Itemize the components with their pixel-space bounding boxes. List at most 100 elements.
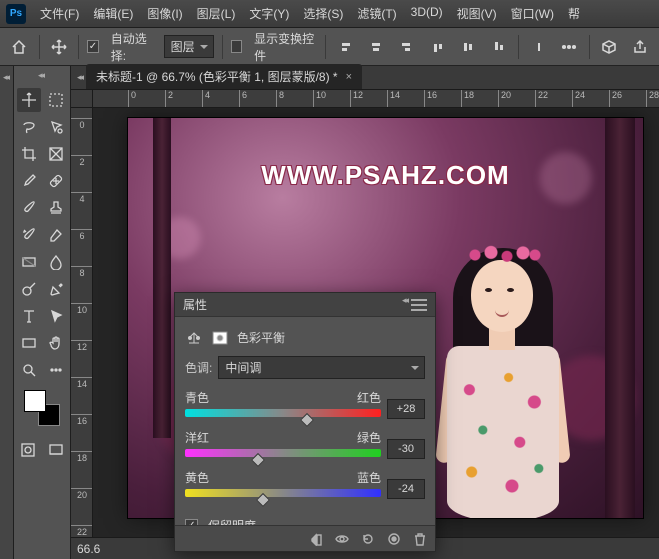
menu-edit[interactable]: 编辑(E) (87, 1, 139, 26)
auto-select-checkbox[interactable] (87, 40, 99, 53)
foreground-color[interactable] (24, 390, 46, 412)
edit-toolbar[interactable] (44, 358, 68, 382)
ruler-tick: 0 (71, 118, 93, 130)
slider-value-input[interactable]: -24 (387, 479, 425, 499)
separator (78, 35, 79, 59)
eyedropper-tool[interactable] (17, 169, 41, 193)
document-tab[interactable]: 未标题-1 @ 66.7% (色彩平衡 1, 图层蒙版/8) * × (86, 64, 362, 89)
screenmode-tool[interactable] (44, 438, 68, 462)
path-select-tool[interactable] (44, 304, 68, 328)
ruler-tick: 14 (387, 90, 400, 108)
toggle-visibility-icon[interactable] (385, 530, 403, 548)
menu-layer[interactable]: 图层(L) (191, 1, 242, 26)
quick-select-tool[interactable] (44, 115, 68, 139)
align-right-icon[interactable] (395, 34, 418, 60)
ruler-tick: 24 (572, 90, 585, 108)
frame-tool[interactable] (44, 142, 68, 166)
auto-select-dropdown[interactable]: 图层 (164, 35, 214, 58)
image-tree (605, 118, 635, 518)
align-left-icon[interactable] (334, 34, 357, 60)
move-tool-icon[interactable] (48, 34, 71, 60)
show-transform-checkbox[interactable] (231, 40, 243, 53)
stamp-tool[interactable] (44, 196, 68, 220)
slider-track[interactable] (185, 409, 381, 417)
quickmask-tool[interactable] (16, 438, 40, 462)
separator (589, 35, 590, 59)
history-brush-tool[interactable] (17, 223, 41, 247)
ruler-tick: 14 (71, 377, 93, 389)
share-icon[interactable] (628, 34, 651, 60)
slider-track[interactable] (185, 449, 381, 457)
ruler-tick: 2 (165, 90, 173, 108)
panel-menu-icon[interactable] (411, 299, 427, 311)
menu-3d[interactable]: 3D(D) (405, 1, 449, 26)
marquee-tool[interactable] (44, 88, 68, 112)
menu-view[interactable]: 视图(V) (451, 1, 503, 26)
ruler-tick: 20 (71, 488, 93, 500)
ruler-horizontal[interactable]: 0246810121416182022242628 (93, 90, 659, 108)
collapse-icon[interactable]: ◂◂ (38, 70, 43, 81)
collapse-icon[interactable]: ◂◂ (77, 72, 82, 83)
rectangle-tool[interactable] (17, 331, 41, 355)
menu-window[interactable]: 窗口(W) (505, 1, 560, 26)
ruler-tick: 10 (71, 303, 93, 315)
gradient-tool[interactable] (17, 250, 41, 274)
hand-tool[interactable] (44, 331, 68, 355)
align-bottom-icon[interactable] (488, 34, 511, 60)
ruler-tick: 12 (350, 90, 363, 108)
3d-mode-icon[interactable] (597, 34, 620, 60)
view-previous-icon[interactable] (333, 530, 351, 548)
close-icon[interactable]: × (346, 71, 352, 83)
properties-panel[interactable]: ◂◂ 属性 色彩平衡 色调: 中间调 青色红色+28洋红绿色-30黄色蓝色-24… (174, 292, 436, 552)
collapse-icon[interactable]: ◂◂ (3, 72, 8, 83)
slider-left-label: 青色 (185, 389, 209, 406)
panel-footer (175, 525, 435, 551)
tone-dropdown[interactable]: 中间调 (218, 356, 425, 379)
delete-icon[interactable] (411, 530, 429, 548)
slider-value-input[interactable]: -30 (387, 439, 425, 459)
ruler-origin[interactable] (71, 90, 93, 108)
ruler-tick: 2 (71, 155, 93, 167)
more-options-icon[interactable] (558, 34, 581, 60)
reset-icon[interactable] (359, 530, 377, 548)
distribute-h-icon[interactable] (527, 34, 550, 60)
menu-select[interactable]: 选择(S) (297, 1, 349, 26)
home-icon[interactable] (8, 34, 31, 60)
menu-file[interactable]: 文件(F) (34, 1, 85, 26)
lasso-tool[interactable] (17, 115, 41, 139)
slider-value-input[interactable]: +28 (387, 399, 425, 419)
eraser-tool[interactable] (44, 223, 68, 247)
zoom-tool[interactable] (17, 358, 41, 382)
ruler-vertical[interactable]: 0246810121416182022 (71, 108, 93, 537)
color-swatches[interactable] (22, 388, 62, 428)
clip-to-layer-icon[interactable] (307, 530, 325, 548)
align-center-h-icon[interactable] (365, 34, 388, 60)
move-tool[interactable] (17, 88, 41, 112)
slider-track[interactable] (185, 489, 381, 497)
separator (518, 35, 519, 59)
panel-header[interactable]: 属性 (175, 293, 435, 317)
ruler-tick: 20 (498, 90, 511, 108)
align-top-icon[interactable] (426, 34, 449, 60)
type-tool[interactable] (17, 304, 41, 328)
blur-tool[interactable] (44, 250, 68, 274)
slider-left-label: 黄色 (185, 469, 209, 486)
menu-type[interactable]: 文字(Y) (243, 1, 295, 26)
pen-tool[interactable] (44, 277, 68, 301)
slider-thumb[interactable] (256, 493, 270, 507)
slider-thumb[interactable] (299, 413, 313, 427)
dodge-tool[interactable] (17, 277, 41, 301)
slider-thumb[interactable] (250, 453, 264, 467)
zoom-level[interactable]: 66.6 (77, 542, 100, 556)
menu-help[interactable]: 帮 (562, 1, 586, 26)
brush-tool[interactable] (17, 196, 41, 220)
align-center-v-icon[interactable] (457, 34, 480, 60)
healing-tool[interactable] (44, 169, 68, 193)
show-transform-label: 显示变换控件 (254, 30, 317, 64)
crop-tool[interactable] (17, 142, 41, 166)
document-tab-title: 未标题-1 @ 66.7% (色彩平衡 1, 图层蒙版/8) * (96, 68, 338, 85)
menu-filter[interactable]: 滤镜(T) (351, 1, 402, 26)
menu-image[interactable]: 图像(I) (141, 1, 188, 26)
mask-icon (211, 331, 229, 345)
collapse-icon[interactable]: ◂◂ (402, 295, 407, 306)
